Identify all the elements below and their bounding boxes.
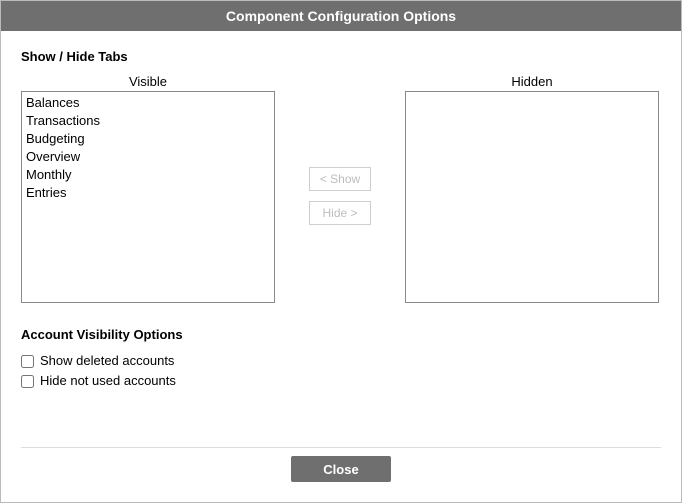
list-item[interactable]: Transactions	[26, 112, 270, 130]
dialog-footer: Close	[21, 447, 661, 490]
account-visibility-heading: Account Visibility Options	[21, 327, 661, 342]
dialog-title: Component Configuration Options	[1, 1, 681, 31]
visible-listbox[interactable]: BalancesTransactionsBudgetingOverviewMon…	[21, 91, 275, 303]
account-visibility-section: Account Visibility Options Show deleted …	[21, 327, 661, 390]
show-button[interactable]: < Show	[309, 167, 371, 191]
visible-list-label: Visible	[21, 74, 275, 91]
show-deleted-label: Show deleted accounts	[40, 352, 174, 370]
hide-unused-row[interactable]: Hide not used accounts	[21, 372, 661, 390]
hide-unused-checkbox[interactable]	[21, 375, 34, 388]
hidden-column: Hidden	[405, 74, 659, 303]
visible-column: Visible BalancesTransactionsBudgetingOve…	[21, 74, 275, 303]
list-item[interactable]: Balances	[26, 94, 270, 112]
transfer-buttons-column: < Show Hide >	[275, 74, 405, 303]
list-item[interactable]: Monthly	[26, 166, 270, 184]
list-item[interactable]: Budgeting	[26, 130, 270, 148]
hidden-listbox[interactable]	[405, 91, 659, 303]
show-hide-tabs-heading: Show / Hide Tabs	[21, 49, 661, 64]
close-button[interactable]: Close	[291, 456, 391, 482]
dialog-content: Show / Hide Tabs Visible BalancesTransac…	[1, 31, 681, 502]
hide-unused-label: Hide not used accounts	[40, 372, 176, 390]
list-item[interactable]: Overview	[26, 148, 270, 166]
tab-lists-row: Visible BalancesTransactionsBudgetingOve…	[21, 74, 661, 303]
hide-button[interactable]: Hide >	[309, 201, 371, 225]
show-deleted-checkbox[interactable]	[21, 355, 34, 368]
show-deleted-row[interactable]: Show deleted accounts	[21, 352, 661, 370]
list-item[interactable]: Entries	[26, 184, 270, 202]
config-dialog: Component Configuration Options Show / H…	[0, 0, 682, 503]
hidden-list-label: Hidden	[405, 74, 659, 91]
